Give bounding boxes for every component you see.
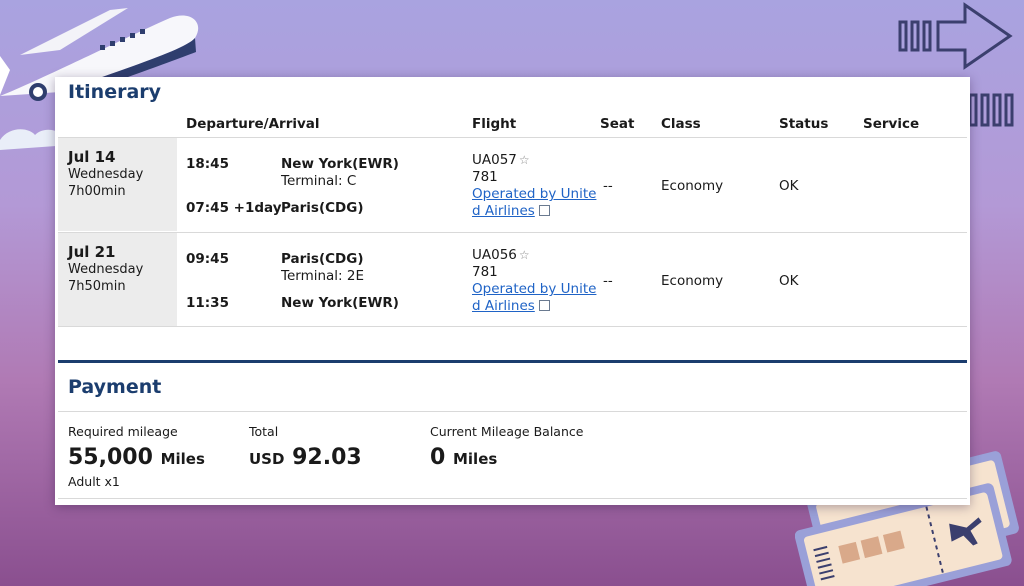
- star-icon[interactable]: ☆: [519, 153, 530, 167]
- balance-label: Current Mileage Balance: [430, 424, 584, 439]
- arrival-place: Paris(CDG): [281, 200, 364, 216]
- flight-date: Jul 14: [68, 148, 116, 166]
- flight-number: UA057: [472, 152, 517, 168]
- balance-value: 0 Miles: [430, 445, 497, 470]
- header-seat: Seat: [600, 116, 635, 132]
- itinerary-card: Itinerary Departure/Arrival Flight Seat …: [55, 77, 970, 505]
- departure-terminal: Terminal: 2E: [281, 268, 365, 284]
- departure-place: New York(EWR): [281, 156, 399, 172]
- flight-weekday: Wednesday: [68, 167, 144, 182]
- class-value: Economy: [661, 273, 724, 289]
- status-value: OK: [779, 178, 799, 194]
- section-divider: [58, 360, 967, 363]
- departure-time: 18:45: [186, 156, 229, 172]
- itinerary-row: Jul 14 Wednesday 7h00min 18:45 New York(…: [58, 138, 967, 231]
- row-divider: [58, 326, 967, 327]
- date-cell: Jul 14 Wednesday 7h00min: [58, 138, 177, 231]
- operator-link[interactable]: Operated by Unite d Airlines: [472, 281, 596, 315]
- payment-divider: [58, 411, 967, 412]
- itinerary-row: Jul 21 Wednesday 7h50min 09:45 Paris(CDG…: [58, 233, 967, 326]
- flight-weekday: Wednesday: [68, 262, 144, 277]
- required-mileage-value: 55,000 Miles: [68, 445, 205, 470]
- arrival-time: 11:35: [186, 295, 229, 311]
- arrival-place: New York(EWR): [281, 295, 399, 311]
- seat-value: --: [603, 178, 613, 194]
- departure-terminal: Terminal: C: [281, 173, 357, 189]
- operator-line-1[interactable]: Operated by Unite: [472, 186, 596, 202]
- header-status: Status: [779, 116, 829, 132]
- aircraft-type: 781: [472, 264, 498, 280]
- required-mileage-label: Required mileage: [68, 424, 178, 439]
- aircraft-type: 781: [472, 169, 498, 185]
- date-cell: Jul 21 Wednesday 7h50min: [58, 233, 177, 326]
- flight-number-block: UA056 ☆: [472, 247, 530, 263]
- itinerary-title: Itinerary: [68, 81, 162, 103]
- departure-place: Paris(CDG): [281, 251, 364, 267]
- required-mileage-unit: Miles: [160, 450, 205, 468]
- passenger-count: Adult x1: [68, 474, 120, 489]
- flight-number-block: UA057 ☆: [472, 152, 530, 168]
- total-amount: 92.03: [292, 445, 362, 470]
- status-value: OK: [779, 273, 799, 289]
- external-link-icon: [538, 205, 550, 216]
- operator-line-2[interactable]: d Airlines: [472, 298, 535, 314]
- flight-duration: 7h00min: [68, 184, 126, 199]
- header-class: Class: [661, 116, 701, 132]
- balance-unit: Miles: [452, 450, 498, 468]
- header-departure-arrival: Departure/Arrival: [186, 116, 320, 132]
- flight-duration: 7h50min: [68, 279, 126, 294]
- external-link-icon: [538, 300, 550, 311]
- seat-value: --: [603, 273, 613, 289]
- card-bottom-divider: [58, 498, 967, 499]
- required-mileage-number: 55,000: [68, 445, 153, 470]
- operator-line-1[interactable]: Operated by Unite: [472, 281, 596, 297]
- balance-number: 0: [430, 445, 446, 470]
- flight-date: Jul 21: [68, 243, 116, 261]
- class-value: Economy: [661, 178, 724, 194]
- departure-time: 09:45: [186, 251, 229, 267]
- operator-link[interactable]: Operated by Unite d Airlines: [472, 186, 596, 220]
- header-flight: Flight: [472, 116, 517, 132]
- total-currency: USD: [249, 450, 285, 468]
- payment-title: Payment: [68, 376, 162, 398]
- total-value: USD 92.03: [249, 445, 362, 470]
- total-label: Total: [249, 424, 279, 439]
- header-service: Service: [863, 116, 920, 132]
- star-icon[interactable]: ☆: [519, 248, 530, 262]
- flight-number: UA056: [472, 247, 517, 263]
- arrival-time: 07:45 +1day: [186, 200, 282, 216]
- operator-line-2[interactable]: d Airlines: [472, 203, 535, 219]
